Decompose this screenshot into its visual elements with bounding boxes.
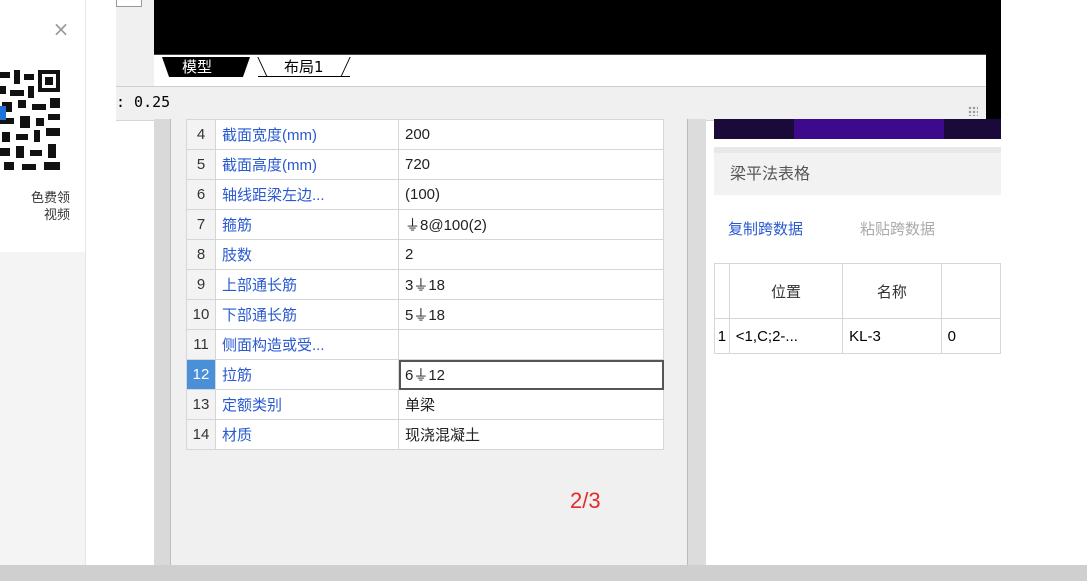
property-name: 截面宽度(mm) <box>215 119 399 150</box>
property-row[interactable]: 14 材质 现浇混凝土 <box>186 419 664 450</box>
tab-layout1[interactable]: 布局1 <box>258 57 350 77</box>
status-value: : 0.25 <box>116 93 171 111</box>
span-header-index <box>714 263 730 319</box>
property-scrollbar[interactable] <box>687 119 706 569</box>
property-row[interactable]: 10 下部通长筋 5⏚18 <box>186 299 664 330</box>
resize-grip-icon[interactable] <box>968 106 978 116</box>
property-name: 拉筋 <box>215 359 399 390</box>
span-table-row[interactable]: 1 <1,C;2-... KL-3 0 <box>714 318 1002 354</box>
property-name: 截面高度(mm) <box>215 149 399 180</box>
property-name: 定额类别 <box>215 389 399 420</box>
span-header-name[interactable]: 名称 <box>842 263 942 319</box>
span-table: 位置 名称 1 <1,C;2-... KL-3 0 <box>714 263 1002 354</box>
property-name: 材质 <box>215 419 399 450</box>
property-panel: 4 截面宽度(mm) 200 5 截面高度(mm) 720 6 轴线距梁左边... (100) 7… <box>154 119 706 569</box>
page-indicator: 2/3 <box>570 488 601 513</box>
property-row[interactable]: 4 截面宽度(mm) 200 <box>186 119 664 150</box>
property-panel-gutter <box>154 119 171 569</box>
property-row[interactable]: 8 肢数 2 <box>186 239 664 270</box>
property-row-number: 12 <box>186 359 216 390</box>
property-row-number: 8 <box>186 239 216 270</box>
property-table: 4 截面宽度(mm) 200 5 截面高度(mm) 720 6 轴线距梁左边... (100) 7… <box>186 119 664 450</box>
property-row[interactable]: 6 轴线距梁左边... (100) <box>186 179 664 210</box>
property-value[interactable]: 2 <box>398 239 664 270</box>
property-row-number: 14 <box>186 419 216 450</box>
property-name: 轴线距梁左边... <box>215 179 399 210</box>
property-value[interactable]: (100) <box>398 179 664 210</box>
layout-tabs: 模型 布局1 <box>154 54 986 83</box>
span-table-header: 位置 名称 <box>714 263 1002 319</box>
app-window: 模型 布局1 : 0.25 4 截面宽度(mm) 200 5 截面高度(mm) 720 6 轴… <box>116 0 1002 581</box>
property-value[interactable]: 200 <box>398 119 664 150</box>
span-header-position[interactable]: 位置 <box>728 263 844 319</box>
paste-span-button[interactable]: 粘贴跨数据 <box>860 219 935 239</box>
span-row-name[interactable]: KL-3 <box>842 318 942 354</box>
property-row-number: 11 <box>186 329 216 360</box>
property-name: 肢数 <box>215 239 399 270</box>
property-row-number: 9 <box>186 269 216 300</box>
left-edge <box>116 0 154 96</box>
span-row-index: 1 <box>714 318 730 354</box>
tab-model[interactable]: 模型 <box>162 57 250 77</box>
property-row-number: 4 <box>186 119 216 150</box>
span-panel-title: 梁平法表格 <box>714 153 1001 195</box>
property-row-number: 6 <box>186 179 216 210</box>
copy-span-button[interactable]: 复制跨数据 <box>728 219 803 239</box>
property-row[interactable]: 12 拉筋 6⏚12 <box>186 359 664 390</box>
property-value[interactable]: 6⏚12 <box>398 359 664 390</box>
span-panel: 梁平法表格 复制跨数据 粘贴跨数据 位置 名称 1 <1,C;2-... KL-… <box>714 119 1002 569</box>
property-row[interactable]: 13 定额类别 单梁 <box>186 389 664 420</box>
preview-strip <box>714 119 1001 139</box>
promo-card: × 色费领 视频 <box>0 0 85 252</box>
promo-text-line1: 色费领 <box>30 191 70 206</box>
qr-code-image <box>0 62 72 180</box>
property-row[interactable]: 11 侧面构造或受... <box>186 329 664 360</box>
property-name: 侧面构造或受... <box>215 329 399 360</box>
property-value[interactable]: 单梁 <box>398 389 664 420</box>
property-value[interactable]: 现浇混凝土 <box>398 419 664 450</box>
preview-highlight <box>794 119 944 139</box>
property-name: 上部通长筋 <box>215 269 399 300</box>
property-row-number: 13 <box>186 389 216 420</box>
drawing-canvas[interactable] <box>154 0 986 54</box>
property-name: 下部通长筋 <box>215 299 399 330</box>
property-row[interactable]: 7 箍筋 ⏚8@100(2) <box>186 209 664 240</box>
property-row-number: 5 <box>186 149 216 180</box>
status-bar: : 0.25 <box>116 86 986 121</box>
span-row-third[interactable]: 0 <box>940 318 1002 354</box>
span-row-position[interactable]: <1,C;2-... <box>728 318 844 354</box>
close-icon[interactable]: × <box>50 18 72 40</box>
property-row-number: 10 <box>186 299 216 330</box>
promo-text-line2: 视频 <box>43 208 70 223</box>
property-name: 箍筋 <box>215 209 399 240</box>
property-row-number: 7 <box>186 209 216 240</box>
promo-text: 色费领 视频 <box>0 190 70 224</box>
property-value[interactable]: ⏚8@100(2) <box>398 209 664 240</box>
property-value[interactable]: 5⏚18 <box>398 299 664 330</box>
property-value[interactable] <box>398 329 664 360</box>
bottom-bar <box>0 565 1087 581</box>
span-header-third[interactable] <box>940 263 1002 319</box>
window-corner <box>116 0 142 7</box>
promo-sidebar: × 色费领 视频 <box>0 0 86 581</box>
property-row[interactable]: 9 上部通长筋 3⏚18 <box>186 269 664 300</box>
property-value[interactable]: 720 <box>398 149 664 180</box>
property-value[interactable]: 3⏚18 <box>398 269 664 300</box>
property-row[interactable]: 5 截面高度(mm) 720 <box>186 149 664 180</box>
